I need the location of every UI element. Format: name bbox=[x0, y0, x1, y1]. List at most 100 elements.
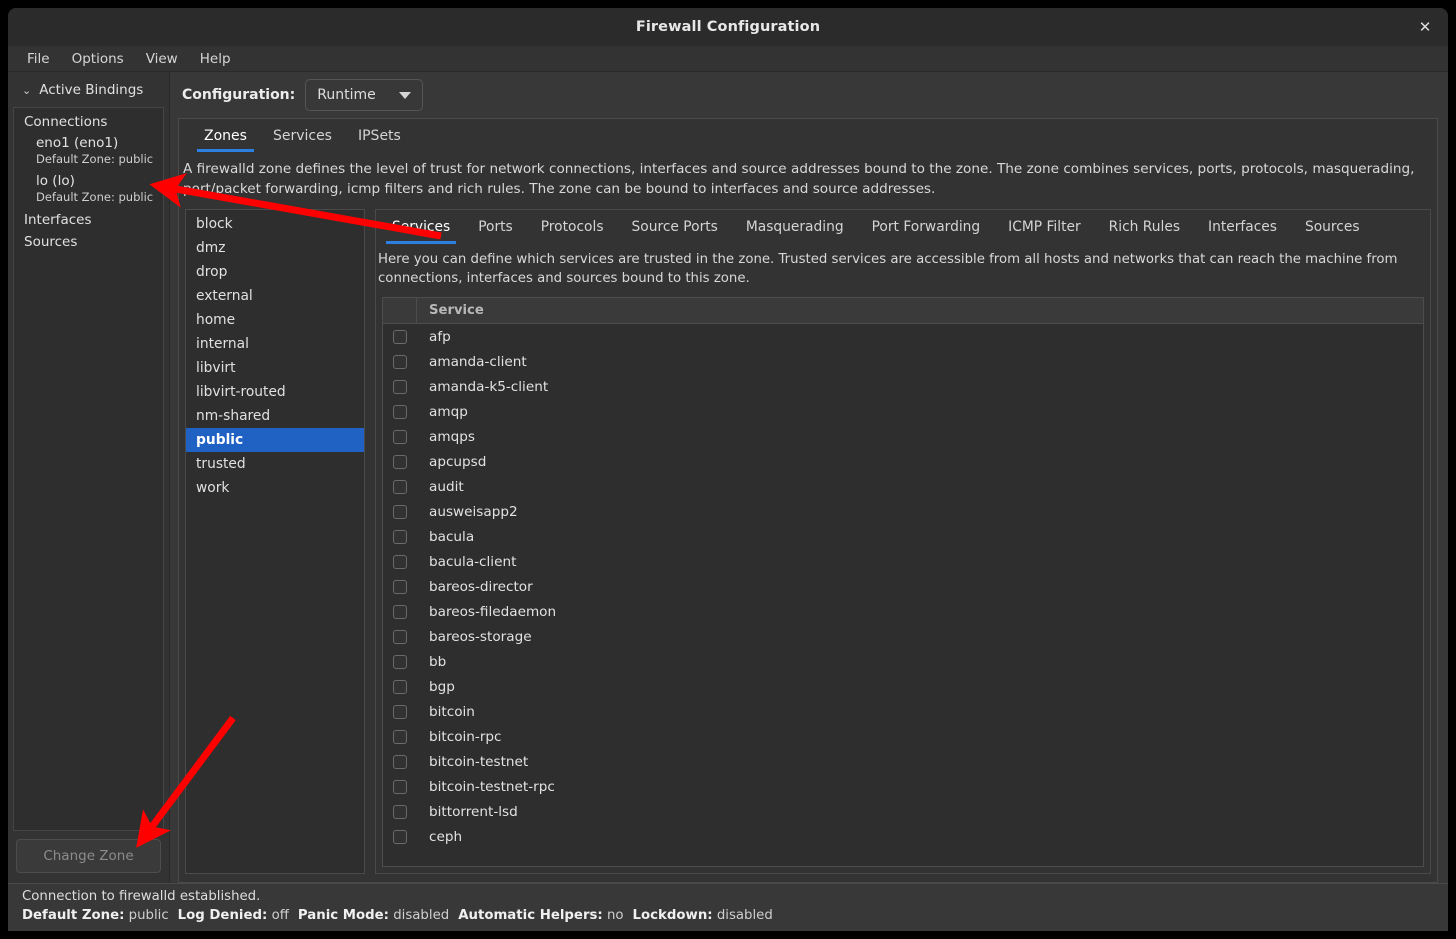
table-row[interactable]: amanda-k5-client bbox=[383, 374, 1423, 399]
subtab-icmp-filter[interactable]: ICMP Filter bbox=[994, 213, 1094, 244]
service-checkbox[interactable] bbox=[393, 505, 407, 519]
service-name: amanda-client bbox=[417, 354, 527, 370]
table-row[interactable]: bacula-client bbox=[383, 549, 1423, 574]
zone-item-nm-shared[interactable]: nm-shared bbox=[186, 404, 364, 428]
subtab-sources[interactable]: Sources bbox=[1291, 213, 1374, 244]
table-row[interactable]: bb bbox=[383, 649, 1423, 674]
service-name: amqps bbox=[417, 429, 475, 445]
table-row[interactable]: bitcoin-testnet-rpc bbox=[383, 774, 1423, 799]
connection-name: lo (lo) bbox=[36, 173, 157, 190]
menu-item-options[interactable]: Options bbox=[61, 48, 135, 70]
table-row[interactable]: bareos-filedaemon bbox=[383, 599, 1423, 624]
menu-item-help[interactable]: Help bbox=[189, 48, 242, 70]
table-row[interactable]: bareos-storage bbox=[383, 624, 1423, 649]
service-checkbox[interactable] bbox=[393, 580, 407, 594]
service-name: bitcoin-testnet bbox=[417, 754, 528, 770]
zone-list[interactable]: block dmz drop external home internal li… bbox=[185, 209, 365, 874]
subtab-source-ports[interactable]: Source Ports bbox=[618, 213, 732, 244]
table-row[interactable]: ceph bbox=[383, 824, 1423, 849]
tab-services[interactable]: Services bbox=[260, 122, 345, 152]
bindings-tree[interactable]: Connections eno1 (eno1) Default Zone: pu… bbox=[13, 107, 164, 831]
service-checkbox[interactable] bbox=[393, 405, 407, 419]
configuration-select[interactable]: Runtime bbox=[305, 79, 423, 111]
table-row[interactable]: ausweisapp2 bbox=[383, 499, 1423, 524]
checkbox-cell bbox=[383, 730, 417, 744]
active-bindings-header[interactable]: ⌄ Active Bindings bbox=[8, 72, 169, 107]
close-icon[interactable]: ✕ bbox=[1410, 14, 1440, 40]
subtab-ports[interactable]: Ports bbox=[464, 213, 527, 244]
service-name: bareos-filedaemon bbox=[417, 604, 556, 620]
tab-ipsets[interactable]: IPSets bbox=[345, 122, 414, 152]
table-row[interactable]: bitcoin bbox=[383, 699, 1423, 724]
subtab-services[interactable]: Services bbox=[378, 213, 464, 244]
service-checkbox[interactable] bbox=[393, 755, 407, 769]
connection-default-zone: Default Zone: public bbox=[36, 152, 157, 167]
zone-item-drop[interactable]: drop bbox=[186, 260, 364, 284]
service-checkbox[interactable] bbox=[393, 555, 407, 569]
firewall-configuration-window: Firewall Configuration ✕ File Options Vi… bbox=[8, 8, 1448, 931]
table-row[interactable]: bitcoin-rpc bbox=[383, 724, 1423, 749]
zone-item-libvirt[interactable]: libvirt bbox=[186, 356, 364, 380]
status-fields: Default Zone: publicLog Denied: offPanic… bbox=[22, 908, 1448, 923]
zone-item-internal[interactable]: internal bbox=[186, 332, 364, 356]
table-row[interactable]: bareos-director bbox=[383, 574, 1423, 599]
service-checkbox[interactable] bbox=[393, 605, 407, 619]
connection-item-lo[interactable]: lo (lo) Default Zone: public bbox=[14, 171, 163, 209]
service-checkbox[interactable] bbox=[393, 780, 407, 794]
subtab-masquerading[interactable]: Masquerading bbox=[732, 213, 858, 244]
checkbox-cell bbox=[383, 505, 417, 519]
table-row[interactable]: apcupsd bbox=[383, 449, 1423, 474]
service-checkbox[interactable] bbox=[393, 805, 407, 819]
zone-item-external[interactable]: external bbox=[186, 284, 364, 308]
zone-item-work[interactable]: work bbox=[186, 476, 364, 500]
connection-item-eno1[interactable]: eno1 (eno1) Default Zone: public bbox=[14, 133, 163, 171]
tree-group-sources[interactable]: Sources bbox=[14, 231, 163, 253]
zone-subtabbar: Services Ports Protocols Source Ports Ma… bbox=[376, 210, 1430, 244]
service-checkbox[interactable] bbox=[393, 655, 407, 669]
table-row[interactable]: bittorrent-lsd bbox=[383, 799, 1423, 824]
service-checkbox[interactable] bbox=[393, 630, 407, 644]
subtab-protocols[interactable]: Protocols bbox=[527, 213, 618, 244]
menu-item-file[interactable]: File bbox=[16, 48, 61, 70]
zone-item-trusted[interactable]: trusted bbox=[186, 452, 364, 476]
service-checkbox[interactable] bbox=[393, 680, 407, 694]
service-checkbox[interactable] bbox=[393, 430, 407, 444]
table-row[interactable]: bitcoin-testnet bbox=[383, 749, 1423, 774]
service-checkbox[interactable] bbox=[393, 455, 407, 469]
table-row[interactable]: bacula bbox=[383, 524, 1423, 549]
service-checkbox[interactable] bbox=[393, 480, 407, 494]
subtab-port-forwarding[interactable]: Port Forwarding bbox=[858, 213, 995, 244]
table-row[interactable]: amanda-client bbox=[383, 349, 1423, 374]
table-row[interactable]: audit bbox=[383, 474, 1423, 499]
zone-item-block[interactable]: block bbox=[186, 212, 364, 236]
service-checkbox[interactable] bbox=[393, 330, 407, 344]
zone-item-home[interactable]: home bbox=[186, 308, 364, 332]
zone-detail-panel: Services Ports Protocols Source Ports Ma… bbox=[375, 209, 1431, 874]
zone-description: A firewalld zone defines the level of tr… bbox=[179, 152, 1437, 209]
tree-group-connections[interactable]: Connections bbox=[14, 111, 163, 133]
checkbox-cell bbox=[383, 455, 417, 469]
menu-item-view[interactable]: View bbox=[135, 48, 189, 70]
main-pane: Configuration: Runtime Zones Services IP… bbox=[170, 72, 1448, 883]
checkbox-cell bbox=[383, 655, 417, 669]
checkbox-cell bbox=[383, 430, 417, 444]
table-row[interactable]: amqps bbox=[383, 424, 1423, 449]
tree-group-interfaces[interactable]: Interfaces bbox=[14, 209, 163, 231]
subtab-interfaces[interactable]: Interfaces bbox=[1194, 213, 1291, 244]
service-checkbox[interactable] bbox=[393, 730, 407, 744]
services-table-body[interactable]: afp amanda-client amanda-k5-clientamqp amqp… bbox=[383, 324, 1423, 866]
zone-item-dmz[interactable]: dmz bbox=[186, 236, 364, 260]
service-checkbox[interactable] bbox=[393, 380, 407, 394]
service-checkbox[interactable] bbox=[393, 355, 407, 369]
subtab-rich-rules[interactable]: Rich Rules bbox=[1095, 213, 1194, 244]
tab-zones[interactable]: Zones bbox=[191, 122, 260, 152]
table-row[interactable]: afp bbox=[383, 324, 1423, 349]
table-row[interactable]: amqp bbox=[383, 399, 1423, 424]
table-row[interactable]: bgp bbox=[383, 674, 1423, 699]
change-zone-button[interactable]: Change Zone bbox=[16, 839, 161, 873]
service-checkbox[interactable] bbox=[393, 530, 407, 544]
zone-item-libvirt-routed[interactable]: libvirt-routed bbox=[186, 380, 364, 404]
service-checkbox[interactable] bbox=[393, 830, 407, 844]
zone-item-public[interactable]: public bbox=[186, 428, 364, 452]
service-checkbox[interactable] bbox=[393, 705, 407, 719]
